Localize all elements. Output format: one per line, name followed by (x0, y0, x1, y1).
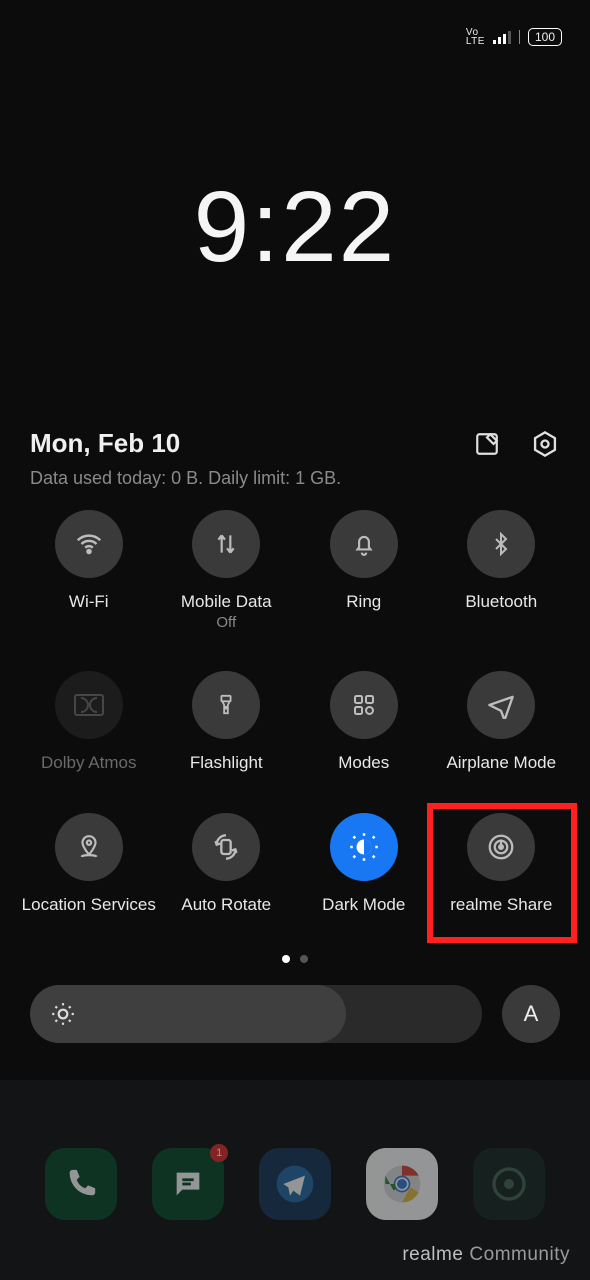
messages-badge: 1 (210, 1144, 228, 1162)
auto-brightness-button[interactable]: A (502, 985, 560, 1043)
tile-airplane[interactable]: Airplane Mode (433, 671, 571, 773)
modes-icon (330, 671, 398, 739)
tile-label: Wi-Fi (69, 592, 109, 612)
tile-label: Modes (338, 753, 389, 773)
page-dot-1 (282, 955, 290, 963)
bluetooth-icon (467, 510, 535, 578)
airplane-icon (467, 671, 535, 739)
dock: 1 (0, 1148, 590, 1220)
tile-label: Airplane Mode (446, 753, 556, 773)
tile-label: Dark Mode (322, 895, 405, 915)
page-indicator (0, 955, 590, 963)
tile-label: Auto Rotate (181, 895, 271, 915)
camera-app[interactable] (473, 1148, 545, 1220)
dolby-icon (55, 671, 123, 739)
tile-label: Ring (346, 592, 381, 612)
tile-wifi[interactable]: Wi-Fi (20, 510, 158, 631)
tile-label: Mobile Data (181, 592, 272, 612)
tile-auto-rotate[interactable]: Auto Rotate (158, 813, 296, 915)
header-row: Mon, Feb 10 (30, 428, 560, 459)
signal-icon (493, 30, 511, 44)
tile-ring[interactable]: Ring (295, 510, 433, 631)
edit-button[interactable] (472, 429, 502, 459)
tile-label: Dolby Atmos (41, 753, 136, 773)
chrome-app[interactable] (366, 1148, 438, 1220)
location-icon (55, 813, 123, 881)
data-usage-text: Data used today: 0 B. Daily limit: 1 GB. (30, 468, 341, 489)
tile-dolby[interactable]: Dolby Atmos (20, 671, 158, 773)
tile-flashlight[interactable]: Flashlight (158, 671, 296, 773)
bell-icon (330, 510, 398, 578)
brightness-slider[interactable] (30, 985, 482, 1043)
battery-indicator: 100 (528, 28, 562, 46)
page-dot-2 (300, 955, 308, 963)
tile-label: Location Services (22, 895, 156, 915)
brightness-icon (50, 1001, 76, 1027)
notification-shade: Vo LTE 100 9:22 Mon, Feb 10 Data used to… (0, 0, 590, 1280)
phone-app[interactable] (45, 1148, 117, 1220)
watermark: realmeCommunity (402, 1244, 570, 1266)
status-bar: Vo LTE 100 (466, 28, 562, 46)
date: Mon, Feb 10 (30, 428, 180, 459)
tile-dark-mode[interactable]: Dark Mode (295, 813, 433, 915)
rotate-icon (192, 813, 260, 881)
tile-bluetooth[interactable]: Bluetooth (433, 510, 571, 631)
highlight-box (427, 803, 577, 943)
dark-mode-icon (330, 813, 398, 881)
data-icon (192, 510, 260, 578)
flashlight-icon (192, 671, 260, 739)
settings-button[interactable] (530, 429, 560, 459)
brightness-row: A (30, 985, 560, 1043)
tile-label: Flashlight (190, 753, 263, 773)
tile-sublabel: Off (216, 614, 236, 631)
tile-modes[interactable]: Modes (295, 671, 433, 773)
volte-indicator: Vo LTE (466, 28, 485, 46)
clock: 9:22 (0, 170, 590, 285)
tile-label: Bluetooth (465, 592, 537, 612)
telegram-app[interactable] (259, 1148, 331, 1220)
wifi-icon (55, 510, 123, 578)
divider (519, 30, 520, 44)
tile-mobile-data[interactable]: Mobile Data Off (158, 510, 296, 631)
messages-app[interactable]: 1 (152, 1148, 224, 1220)
tile-location[interactable]: Location Services (20, 813, 158, 915)
